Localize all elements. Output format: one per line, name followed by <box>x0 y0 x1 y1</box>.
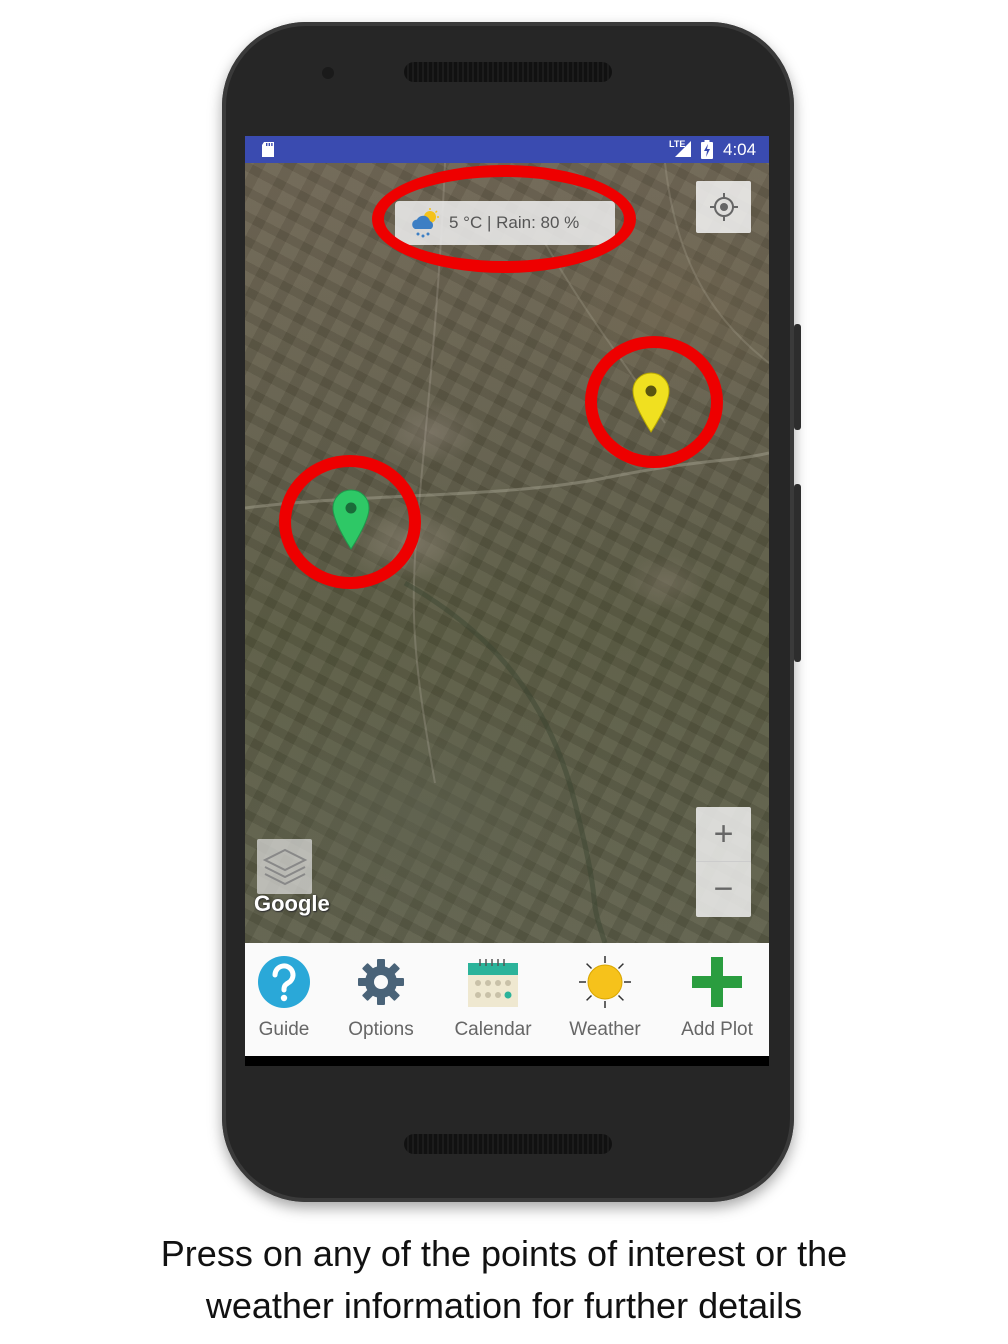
crosshair-icon <box>709 193 738 221</box>
zoom-in-button[interactable]: + <box>696 807 751 862</box>
nav-options-label: Options <box>348 1019 414 1040</box>
earpiece-speaker <box>404 62 612 82</box>
calendar-icon <box>468 959 518 1007</box>
nav-weather[interactable]: Weather <box>563 943 647 1056</box>
gear-icon <box>358 959 404 1005</box>
caption-line-1: Press on any of the points of interest o… <box>160 1233 848 1274</box>
google-attribution: Google <box>254 891 330 916</box>
zoom-controls: + − <box>696 807 751 917</box>
question-icon <box>258 956 310 1008</box>
highlight-green-marker <box>279 455 421 589</box>
sun-icon <box>579 956 631 1008</box>
status-bar: LTE 4:04 <box>245 136 769 163</box>
bottom-navigation: Guide Options Calendar Weather Add Plot <box>245 943 769 1056</box>
instruction-caption: Press on any of the points of interest o… <box>0 1228 1008 1332</box>
nav-options[interactable]: Options <box>341 943 421 1056</box>
battery-charging-icon <box>701 140 713 159</box>
satellite-map[interactable]: 5 °C | Rain: 80 % + − Google <box>245 163 769 943</box>
layers-button[interactable] <box>257 839 312 894</box>
zoom-out-button[interactable]: − <box>696 862 751 917</box>
clock: 4:04 <box>723 140 757 159</box>
my-location-button[interactable] <box>696 181 751 233</box>
front-camera <box>322 67 334 79</box>
nav-weather-label: Weather <box>569 1019 641 1040</box>
power-button <box>794 484 801 662</box>
nav-add-plot-label: Add Plot <box>681 1019 753 1040</box>
nav-guide-label: Guide <box>258 1019 310 1040</box>
volume-button <box>794 324 801 430</box>
highlight-weather <box>372 165 636 273</box>
plus-icon <box>692 957 742 1007</box>
signal-icon <box>675 141 691 157</box>
nav-calendar[interactable]: Calendar <box>447 943 539 1056</box>
nav-calendar-label: Calendar <box>454 1019 532 1040</box>
caption-line-2: weather information for further details <box>205 1285 803 1326</box>
nav-add-plot[interactable]: Add Plot <box>673 943 761 1056</box>
nav-guide[interactable]: Guide <box>251 943 317 1056</box>
layers-icon <box>262 848 307 885</box>
screen: LTE 4:04 5 °C | Rain: 80 % + − Google Gu… <box>245 136 769 1066</box>
bottom-speaker <box>404 1134 612 1154</box>
highlight-yellow-marker <box>585 336 723 468</box>
sd-card-icon <box>262 142 274 157</box>
